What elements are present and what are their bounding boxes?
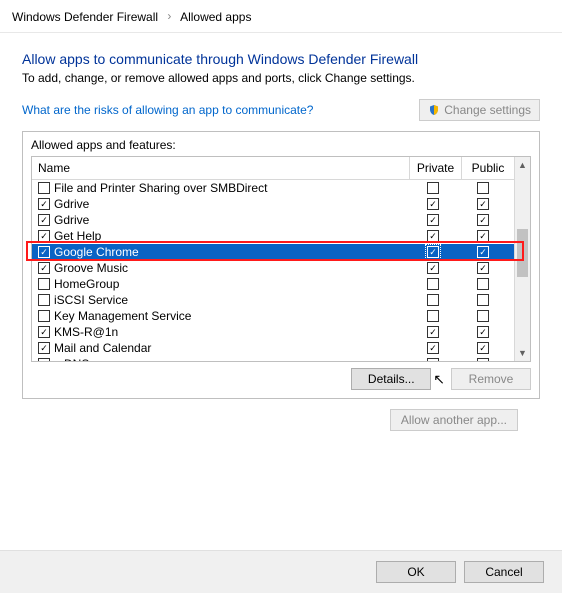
scroll-down-icon[interactable]: ▼ [515, 345, 530, 361]
enable-checkbox[interactable] [38, 198, 50, 210]
scrollbar[interactable]: ▲ ▼ [514, 157, 530, 361]
row-name-label: Gdrive [54, 212, 89, 228]
table-row[interactable]: Get Help [32, 228, 514, 244]
private-checkbox[interactable] [427, 358, 439, 361]
enable-checkbox[interactable] [38, 342, 50, 354]
cancel-button[interactable]: Cancel [464, 561, 544, 583]
private-checkbox[interactable] [427, 342, 439, 354]
dialog-buttons: OK Cancel [0, 550, 562, 593]
col-public[interactable]: Public [462, 157, 514, 179]
row-name-label: iSCSI Service [54, 292, 128, 308]
public-checkbox[interactable] [477, 214, 489, 226]
allowed-apps-fieldset: Allowed apps and features: Name Private … [22, 131, 540, 399]
scroll-thumb[interactable] [517, 229, 528, 277]
cursor-icon: ↖ [433, 371, 445, 388]
private-checkbox[interactable] [427, 214, 439, 226]
change-settings-label: Change settings [444, 103, 531, 117]
public-checkbox[interactable] [477, 198, 489, 210]
ok-button[interactable]: OK [376, 561, 456, 583]
allowed-apps-grid[interactable]: Name Private Public File and Printer Sha… [31, 156, 531, 362]
enable-checkbox[interactable] [38, 326, 50, 338]
private-checkbox[interactable] [427, 182, 439, 194]
public-checkbox[interactable] [477, 262, 489, 274]
enable-checkbox[interactable] [38, 246, 50, 258]
col-private[interactable]: Private [410, 157, 462, 179]
enable-checkbox[interactable] [38, 182, 50, 194]
grid-header: Name Private Public [32, 157, 514, 180]
scroll-track[interactable] [515, 173, 530, 345]
chevron-right-icon: › [167, 9, 171, 23]
private-checkbox[interactable] [427, 246, 439, 258]
enable-checkbox[interactable] [38, 358, 50, 361]
risk-link[interactable]: What are the risks of allowing an app to… [22, 103, 313, 117]
public-checkbox[interactable] [477, 182, 489, 194]
table-row[interactable]: Groove Music [32, 260, 514, 276]
enable-checkbox[interactable] [38, 214, 50, 226]
enable-checkbox[interactable] [38, 310, 50, 322]
page-title: Allow apps to communicate through Window… [22, 51, 540, 67]
enable-checkbox[interactable] [38, 262, 50, 274]
table-row[interactable]: mDNS [32, 356, 514, 361]
breadcrumb-current: Allowed apps [180, 10, 251, 24]
table-row[interactable]: Gdrive [32, 196, 514, 212]
public-checkbox[interactable] [477, 310, 489, 322]
details-button[interactable]: Details... [351, 368, 431, 390]
public-checkbox[interactable] [477, 342, 489, 354]
row-name-label: Gdrive [54, 196, 89, 212]
table-row[interactable]: Mail and Calendar [32, 340, 514, 356]
shield-icon [428, 104, 440, 116]
public-checkbox[interactable] [477, 278, 489, 290]
table-row[interactable]: File and Printer Sharing over SMBDirect [32, 180, 514, 196]
table-row[interactable]: KMS-R@1n [32, 324, 514, 340]
change-settings-button: Change settings [419, 99, 540, 121]
remove-button: Remove [451, 368, 531, 390]
row-name-label: Google Chrome [54, 244, 139, 260]
col-name[interactable]: Name [32, 157, 410, 179]
public-checkbox[interactable] [477, 230, 489, 242]
enable-checkbox[interactable] [38, 230, 50, 242]
private-checkbox[interactable] [427, 294, 439, 306]
row-name-label: Get Help [54, 228, 101, 244]
table-row[interactable]: iSCSI Service [32, 292, 514, 308]
table-row[interactable]: Gdrive [32, 212, 514, 228]
breadcrumb: Windows Defender Firewall › Allowed apps [0, 0, 562, 33]
private-checkbox[interactable] [427, 230, 439, 242]
row-name-label: Key Management Service [54, 308, 191, 324]
private-checkbox[interactable] [427, 310, 439, 322]
row-name-label: mDNS [54, 356, 89, 361]
page-subtitle: To add, change, or remove allowed apps a… [22, 71, 540, 85]
allow-another-app-button: Allow another app... [390, 409, 518, 431]
public-checkbox[interactable] [477, 246, 489, 258]
table-row[interactable]: Google Chrome [32, 244, 514, 260]
fieldset-label: Allowed apps and features: [31, 138, 531, 152]
private-checkbox[interactable] [427, 326, 439, 338]
row-name-label: File and Printer Sharing over SMBDirect [54, 180, 267, 196]
row-name-label: KMS-R@1n [54, 324, 118, 340]
table-row[interactable]: HomeGroup [32, 276, 514, 292]
private-checkbox[interactable] [427, 198, 439, 210]
breadcrumb-parent[interactable]: Windows Defender Firewall [12, 10, 158, 24]
public-checkbox[interactable] [477, 326, 489, 338]
private-checkbox[interactable] [427, 262, 439, 274]
public-checkbox[interactable] [477, 294, 489, 306]
row-name-label: Groove Music [54, 260, 128, 276]
scroll-up-icon[interactable]: ▲ [515, 157, 530, 173]
table-row[interactable]: Key Management Service [32, 308, 514, 324]
enable-checkbox[interactable] [38, 278, 50, 290]
row-name-label: HomeGroup [54, 276, 119, 292]
enable-checkbox[interactable] [38, 294, 50, 306]
private-checkbox[interactable] [427, 278, 439, 290]
row-name-label: Mail and Calendar [54, 340, 151, 356]
public-checkbox[interactable] [477, 358, 489, 361]
